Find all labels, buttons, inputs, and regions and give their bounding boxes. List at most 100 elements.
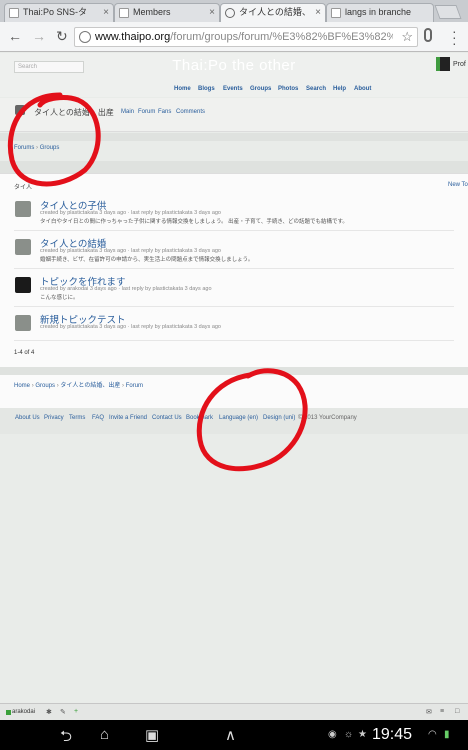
edit-icon[interactable]: ✎ (60, 708, 66, 716)
divider-band (0, 133, 468, 141)
browser-tab[interactable]: langs in branche (326, 3, 434, 22)
nav-search[interactable]: Search (306, 86, 326, 92)
topic-meta: created by arakodai 3 days ago · last re… (40, 286, 212, 292)
group-icon (15, 105, 25, 115)
tab-main[interactable]: Main (121, 109, 134, 115)
footer-link-design[interactable]: Design (uni) (263, 415, 295, 421)
page-bottom-bar: arakodai ✱ ✎ + ✉ ≡ □ (0, 703, 468, 720)
divider-band (0, 161, 468, 173)
new-topic-link[interactable]: New To (448, 182, 468, 188)
topic-description: 婚姻手続き、ビザ、在留許可の申請から、実生活上の問題点まで情報交換しましょう。 (40, 257, 254, 263)
star-icon[interactable]: ☆ (401, 29, 413, 45)
recent-apps-icon[interactable]: ▣ (145, 726, 159, 744)
site-title[interactable]: Thai:Po the other (0, 57, 468, 74)
topic-meta: created by plastictakata 3 days ago · la… (40, 248, 221, 254)
back-arrow-icon[interactable]: ← (8, 28, 22, 44)
topic-meta: created by plastictakata 3 days ago · la… (40, 210, 221, 216)
footer-link-invite[interactable]: Invite a Friend (109, 415, 147, 421)
tab-forum[interactable]: Forum (138, 109, 155, 115)
topic-meta: created by plastictakata 3 days ago · la… (40, 324, 221, 330)
topic-description: タイ白やタイ日との間に作っちゃった子供に関する情報交換をしましょう。 出産・子育… (40, 219, 348, 225)
avatar[interactable] (15, 201, 31, 217)
avatar[interactable] (15, 277, 31, 293)
wifi-icon: ◠ (428, 729, 437, 740)
breadcrumb-bottom: Home › Groups › タイ人との結婚、出産 › Forum (14, 383, 144, 389)
browser-tab-active[interactable]: タイ人との結婚、 × (220, 3, 326, 22)
breadcrumb-home[interactable]: Home (14, 383, 30, 389)
browser-tab[interactable]: Thai:Po SNS-タ × (4, 3, 114, 22)
nav-home[interactable]: Home (174, 86, 191, 92)
globe-icon (79, 31, 91, 43)
mail-icon[interactable]: ✉ (426, 708, 432, 716)
breadcrumb-forums[interactable]: Forums (14, 145, 34, 151)
footer-link-language[interactable]: Language (en) (219, 415, 258, 421)
avatar[interactable] (15, 239, 31, 255)
address-bar[interactable]: www.thaipo.org/forum/groups/forum/%E3%82… (74, 27, 418, 47)
page-icon (331, 8, 341, 18)
close-icon[interactable]: × (315, 4, 321, 21)
close-icon[interactable]: × (103, 4, 109, 21)
add-icon[interactable]: + (74, 708, 78, 715)
divider (14, 340, 454, 341)
notification-icon: ☼ (344, 729, 354, 740)
battery-icon: ▮ (444, 729, 450, 740)
breadcrumb-forum: Forum (125, 383, 144, 389)
notification-icon: ◉ (328, 729, 337, 740)
gear-icon[interactable]: ✱ (46, 708, 52, 716)
back-icon[interactable]: ⮌ (60, 726, 72, 750)
nav-help[interactable]: Help (333, 86, 346, 92)
menu-icon[interactable]: · · · (452, 24, 457, 50)
browser-tab-strip: Thai:Po SNS-タ × Members × タイ人との結婚、 × lan… (0, 0, 468, 22)
forward-arrow-icon[interactable]: → (32, 28, 46, 44)
status-dot (6, 710, 11, 715)
divider (14, 306, 454, 307)
url-text: www.thaipo.org/forum/groups/forum/%E3%82… (95, 31, 393, 43)
avatar[interactable] (15, 315, 31, 331)
nav-events[interactable]: Events (223, 86, 243, 92)
tab-fans[interactable]: Fans (158, 109, 171, 115)
group-name[interactable]: タイ人との結婚、出産 (34, 107, 114, 118)
divider-band (0, 367, 468, 375)
tab-label: Members (133, 7, 171, 17)
nav-about[interactable]: About (354, 86, 371, 92)
divider (14, 268, 454, 269)
footer-link-faq[interactable]: FAQ (92, 415, 104, 421)
footer-link-bookmark[interactable]: Bookmark (186, 415, 213, 421)
tab-label: langs in branche (345, 7, 412, 17)
footer-link-about[interactable]: About Us (15, 415, 40, 421)
breadcrumb-groups[interactable]: Groups (35, 383, 55, 389)
chevron-up-icon[interactable]: ∧ (225, 726, 236, 744)
list-icon[interactable]: ≡ (440, 708, 444, 715)
nav-photos[interactable]: Photos (278, 86, 298, 92)
breadcrumb: Forums › Groups (14, 145, 60, 151)
footer (0, 408, 468, 434)
footer-link-terms[interactable]: Terms (69, 415, 85, 421)
tab-label: Thai:Po SNS-タ (23, 7, 88, 17)
profile-link[interactable]: Prof (453, 61, 466, 68)
panel-heading: タイ人 (14, 185, 33, 191)
avatar[interactable] (436, 57, 450, 71)
star-icon: ★ (358, 729, 367, 740)
breadcrumb-group[interactable]: タイ人との結婚、出産 (60, 383, 120, 389)
reload-icon[interactable]: ↻ (56, 28, 68, 45)
browser-tab[interactable]: Members × (114, 3, 220, 22)
topic-description: こんな感じに。 (40, 295, 79, 301)
tab-comments[interactable]: Comments (176, 109, 205, 115)
web-page: Search Thai:Po the other Prof Home Blogs… (0, 53, 468, 703)
globe-icon (225, 8, 235, 18)
username[interactable]: arakodai (12, 709, 35, 715)
breadcrumb-groups[interactable]: Groups (40, 145, 60, 151)
microphone-icon[interactable] (424, 28, 432, 42)
footer-link-privacy[interactable]: Privacy (44, 415, 64, 421)
square-icon[interactable]: □ (455, 708, 459, 715)
close-icon[interactable]: × (209, 4, 215, 21)
new-tab-button[interactable] (434, 5, 462, 19)
nav-blogs[interactable]: Blogs (198, 86, 215, 92)
clock: 19:45 (372, 726, 413, 743)
page-icon (9, 8, 19, 18)
tab-label: タイ人との結婚、 (239, 7, 311, 17)
nav-groups[interactable]: Groups (250, 86, 271, 92)
footer-link-contact[interactable]: Contact Us (152, 415, 182, 421)
home-icon[interactable]: ⌂ (100, 726, 109, 743)
result-count: 1-4 of 4 (14, 350, 35, 356)
